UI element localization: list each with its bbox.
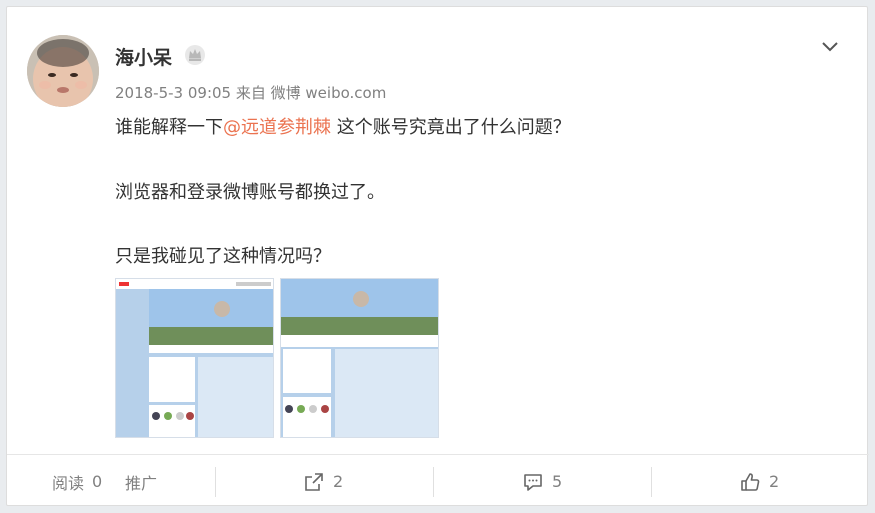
chevron-down-icon[interactable] — [819, 35, 841, 57]
weibo-post-card: 海小呆 2018-5-3 09:05 来自 微博 weibo.com 谁能解释一… — [6, 6, 869, 507]
footer-divider — [651, 467, 652, 497]
repost-button[interactable]: 2 — [303, 455, 343, 508]
post-source: 来自 微博 weibo.com — [235, 84, 387, 102]
thumbs-up-icon — [741, 472, 760, 491]
mention-link[interactable]: @远道参荆棘 — [223, 117, 331, 138]
promote-label: 推广 — [125, 473, 158, 493]
post-text-line-1: 谁能解释一下@远道参荆棘 这个账号究竟出了什么问题？ — [115, 113, 571, 139]
share-icon — [305, 472, 323, 491]
footer-divider — [433, 467, 434, 497]
read-count: 阅读 0 — [52, 455, 102, 508]
repost-count: 2 — [333, 472, 344, 491]
comment-icon — [524, 473, 542, 491]
promote-button[interactable]: 推广 — [125, 455, 157, 508]
comment-count: 5 — [552, 472, 563, 491]
vip-crown-icon[interactable] — [184, 44, 206, 66]
post-meta: 2018-5-3 09:05 来自 微博 weibo.com — [115, 82, 386, 103]
post-image-1[interactable] — [115, 278, 274, 438]
post-image-2[interactable] — [280, 278, 439, 438]
post-text-segment: 这个账号究竟出了什么问题？ — [331, 117, 571, 138]
like-button[interactable]: 2 — [739, 455, 779, 508]
post-text-segment: 谁能解释一下 — [115, 117, 223, 138]
comment-button[interactable]: 5 — [522, 455, 562, 508]
post-footer: 阅读 0 推广 2 5 2 — [7, 454, 869, 507]
post-text-line-3: 只是我碰见了这种情况吗？ — [115, 246, 331, 267]
post-text-line-2: 浏览器和登录微博账号都换过了。 — [115, 182, 385, 203]
avatar[interactable] — [27, 35, 99, 107]
footer-divider — [215, 467, 216, 497]
like-count: 2 — [769, 472, 780, 491]
read-label: 阅读 — [52, 473, 85, 493]
author-name[interactable]: 海小呆 — [115, 43, 172, 70]
read-count-value: 0 — [92, 472, 103, 491]
post-time[interactable]: 2018-5-3 09:05 — [115, 84, 231, 102]
